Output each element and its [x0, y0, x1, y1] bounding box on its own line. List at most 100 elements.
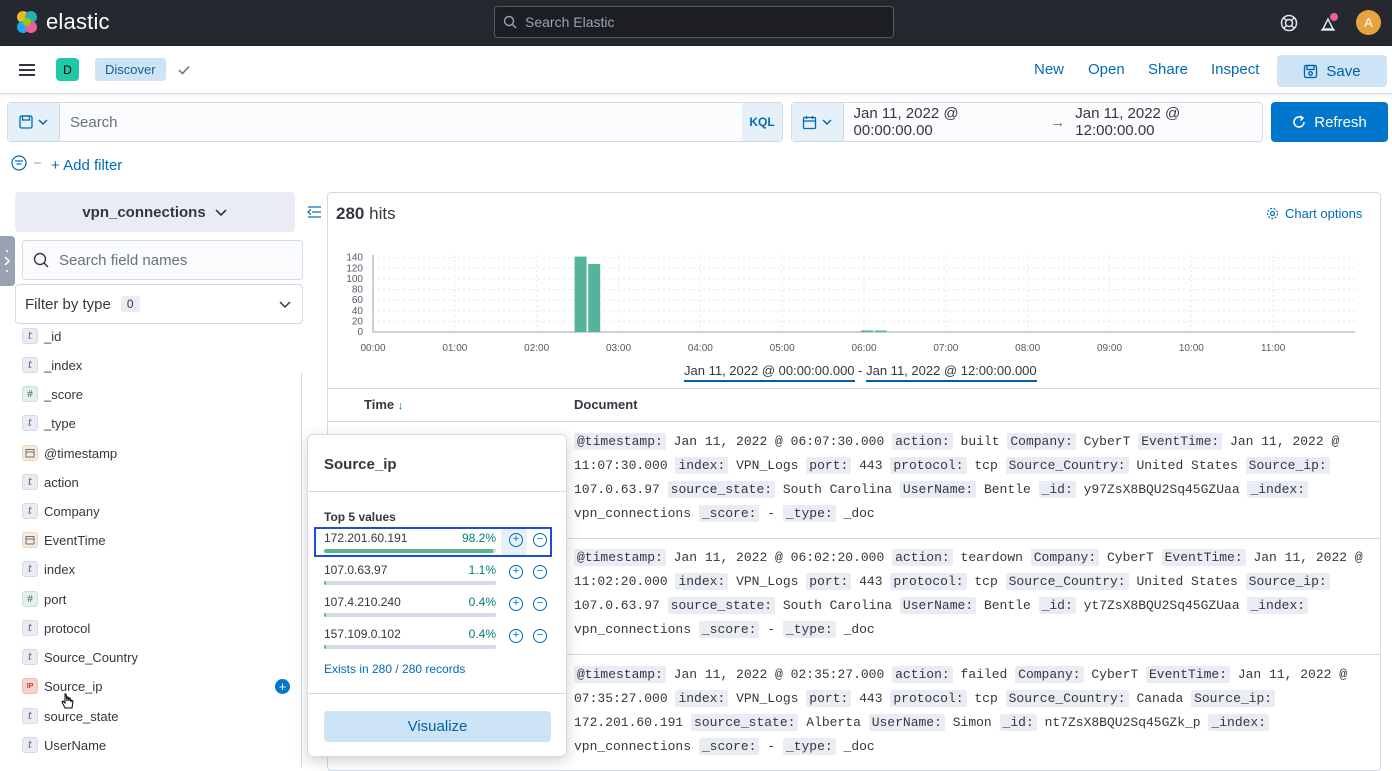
- inspect-link[interactable]: Inspect: [1211, 61, 1259, 78]
- sidebar-handle[interactable]: [0, 236, 15, 286]
- open-link[interactable]: Open: [1088, 61, 1125, 78]
- doc-field-value: vpn_connections: [574, 622, 692, 637]
- field-item[interactable]: # port: [22, 588, 66, 610]
- filter-by-type[interactable]: Filter by type 0: [15, 284, 303, 324]
- add-field-button[interactable]: +: [275, 679, 290, 694]
- filter-out-value-icon[interactable]: −: [533, 597, 547, 611]
- top-value-bar: [324, 645, 496, 649]
- collapse-sidebar-icon[interactable]: [306, 204, 322, 220]
- newsfeed-icon[interactable]: [1317, 11, 1341, 35]
- document-row[interactable]: @timestamp: Jan 11, 2022 @ 02:35:27.000 …: [574, 663, 1374, 759]
- field-item[interactable]: EventTime: [22, 529, 106, 551]
- kql-button[interactable]: KQL: [742, 103, 782, 141]
- field-search[interactable]: [22, 240, 303, 280]
- doc-field-key: Source_ip:: [1191, 690, 1276, 707]
- field-search-input[interactable]: [59, 251, 289, 269]
- user-avatar[interactable]: A: [1356, 10, 1381, 35]
- top-value-percent: 0.4%: [468, 627, 496, 641]
- field-item[interactable]: t protocol: [22, 617, 90, 639]
- filter-for-value-icon[interactable]: +: [509, 597, 523, 611]
- filter-out-value-icon[interactable]: −: [533, 565, 547, 579]
- menu-icon[interactable]: [17, 60, 37, 80]
- date-end[interactable]: Jan 11, 2022 @ 12:00:00.00: [1075, 105, 1262, 139]
- query-input[interactable]: [60, 113, 742, 131]
- global-search[interactable]: [494, 6, 894, 38]
- x-tick-label: 01:00: [442, 343, 467, 354]
- space-avatar[interactable]: D: [56, 58, 79, 81]
- document-row[interactable]: @timestamp: Jan 11, 2022 @ 06:07:30.000 …: [574, 430, 1374, 526]
- field-item[interactable]: @timestamp: [22, 442, 117, 464]
- field-item[interactable]: t Source_Country: [22, 646, 138, 668]
- doc-field-key: index:: [675, 573, 729, 590]
- field-item[interactable]: t Company: [22, 500, 100, 522]
- top-value-bar: [324, 613, 496, 617]
- doc-field-value: 443: [859, 458, 883, 473]
- top-value-bar-fill: [324, 581, 326, 585]
- doc-field-value: VPN_Logs: [736, 691, 799, 706]
- filter-for-value-icon[interactable]: +: [509, 565, 523, 579]
- doc-field-key: protocol:: [890, 690, 967, 707]
- help-icon[interactable]: [1277, 11, 1301, 35]
- document-row[interactable]: @timestamp: Jan 11, 2022 @ 06:02:20.000 …: [574, 546, 1374, 642]
- doc-field-key: _type:: [782, 738, 836, 755]
- field-item[interactable]: t _index: [22, 354, 82, 376]
- filter-icon[interactable]: [11, 155, 47, 171]
- index-pattern-selector[interactable]: vpn_connections: [15, 192, 295, 232]
- column-time[interactable]: Time ↓: [364, 397, 403, 412]
- doc-field-value: -: [767, 622, 776, 637]
- doc-field-value: teardown: [960, 550, 1023, 565]
- save-button[interactable]: Save: [1277, 55, 1387, 87]
- refresh-button[interactable]: Refresh: [1271, 102, 1388, 142]
- field-item[interactable]: t _type: [22, 412, 76, 434]
- doc-field-value: vpn_connections: [574, 506, 692, 521]
- cursor-icon: [61, 693, 74, 709]
- elastic-logo[interactable]: elastic: [14, 9, 110, 35]
- doc-field-key: @timestamp:: [574, 433, 666, 450]
- range-start[interactable]: Jan 11, 2022 @ 00:00:00.000: [684, 363, 855, 382]
- field-item[interactable]: t UserName: [22, 734, 106, 756]
- doc-field-key: @timestamp:: [574, 549, 666, 566]
- field-item[interactable]: # _score: [22, 383, 83, 405]
- histogram-bar: [574, 256, 587, 332]
- field-item[interactable]: t index: [22, 558, 75, 580]
- check-icon: [178, 65, 190, 75]
- range-end[interactable]: Jan 11, 2022 @ 12:00:00.000: [866, 363, 1037, 382]
- global-search-input[interactable]: [525, 14, 865, 30]
- visualize-button[interactable]: Visualize: [324, 711, 551, 742]
- exists-link[interactable]: Exists in 280 / 280 records: [324, 662, 465, 676]
- breadcrumb-discover[interactable]: Discover: [95, 58, 166, 81]
- chart-options-button[interactable]: Chart options: [1266, 206, 1362, 221]
- quick-date-button[interactable]: [792, 103, 844, 141]
- date-picker: Jan 11, 2022 @ 00:00:00.00 → Jan 11, 202…: [791, 102, 1263, 142]
- doc-field-key: _type:: [782, 505, 836, 522]
- field-item[interactable]: t _id: [22, 325, 61, 347]
- doc-field-key: _index:: [1247, 597, 1309, 614]
- doc-field-value: tcp: [974, 458, 998, 473]
- doc-field-value: 107.0.63.97: [574, 482, 660, 497]
- popover-title: Source_ip: [324, 456, 397, 473]
- doc-field-key: Source_ip:: [1245, 457, 1330, 474]
- string-type-icon: t: [22, 708, 38, 724]
- doc-field-value: VPN_Logs: [736, 574, 799, 589]
- doc-field-value: VPN_Logs: [736, 458, 799, 473]
- filter-out-value-icon[interactable]: −: [533, 629, 547, 643]
- histogram-chart[interactable]: 020406080100120140 00:00 01:00 02:00 03:00 04…: [330, 245, 1370, 360]
- field-name: action: [44, 474, 79, 490]
- date-start[interactable]: Jan 11, 2022 @ 00:00:00.00: [854, 105, 1041, 139]
- field-name: EventTime: [44, 532, 106, 548]
- saved-query-button[interactable]: [8, 103, 60, 141]
- doc-field-value: Jan 11, 2022 @ 06:07:30.000: [673, 434, 885, 449]
- doc-field-key: port:: [806, 573, 852, 590]
- field-item[interactable]: t action: [22, 471, 79, 493]
- add-filter-link[interactable]: + Add filter: [51, 157, 122, 174]
- filter-for-value-icon[interactable]: +: [509, 629, 523, 643]
- doc-field-value: 443: [859, 691, 883, 706]
- sort-down-icon[interactable]: ↓: [398, 400, 404, 412]
- doc-field-key: _score:: [698, 738, 760, 755]
- logo-text: elastic: [46, 9, 110, 34]
- field-name: index: [44, 561, 76, 577]
- doc-field-key: _score:: [698, 505, 760, 522]
- new-link[interactable]: New: [1034, 61, 1064, 78]
- share-link[interactable]: Share: [1148, 61, 1188, 78]
- range-sep: -: [854, 363, 867, 378]
